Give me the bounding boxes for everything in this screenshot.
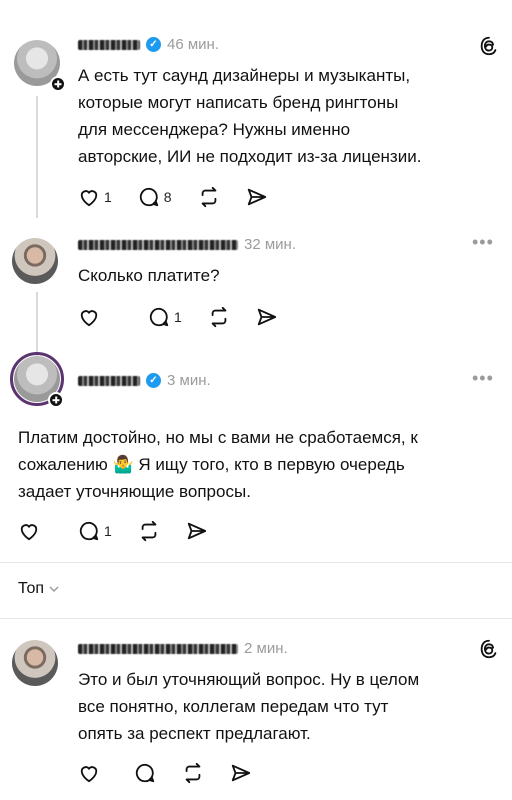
thread-line <box>36 96 38 218</box>
text-line: Платим достойно, но мы с вами не сработа… <box>18 428 418 447</box>
send-icon <box>257 308 276 326</box>
divider <box>0 618 512 619</box>
like-button[interactable] <box>78 763 100 783</box>
avatar[interactable] <box>12 640 58 686</box>
reply-count: 1 <box>174 309 182 325</box>
heart-icon <box>20 524 38 541</box>
action-bar: 1 <box>78 306 304 328</box>
verified-icon: ✓ <box>146 373 161 388</box>
more-dots-icon[interactable]: ••• <box>472 368 494 389</box>
action-bar <box>78 762 278 784</box>
send-icon <box>187 522 206 540</box>
username-blurred[interactable] <box>78 39 140 50</box>
send-icon <box>247 188 266 206</box>
repost-button[interactable] <box>208 306 230 328</box>
verified-icon: ✓ <box>146 37 161 52</box>
post-text: А есть тут саунд дизайнеры и музыканты, … <box>78 62 421 170</box>
repost-icon <box>141 520 157 542</box>
like-button[interactable] <box>18 521 44 541</box>
text-line: Сколько платите? <box>78 266 220 285</box>
reply-count: 1 <box>104 523 112 539</box>
username-blurred[interactable] <box>78 643 238 654</box>
like-count: 1 <box>104 189 112 205</box>
like-button[interactable] <box>78 307 104 327</box>
reply-count: 8 <box>163 189 172 205</box>
share-button[interactable] <box>256 306 278 328</box>
comment-icon <box>139 187 158 207</box>
post-time: 3 мин. <box>167 372 211 389</box>
text-line: Это и был уточняющий вопрос. Ну в целом <box>78 670 420 689</box>
post-meta: 32 мин. <box>78 236 296 253</box>
more-dots-icon[interactable]: ••• <box>472 232 494 253</box>
repost-icon <box>185 762 201 784</box>
like-button[interactable]: 1 <box>78 187 112 207</box>
heart-icon <box>80 766 98 783</box>
text-line: сожалению 🤷‍♂️ Я ищу того, кто в первую … <box>18 455 405 474</box>
reply-button[interactable] <box>134 762 156 784</box>
text-line: опять за респект предлагают. <box>78 724 311 743</box>
comment-icon <box>149 307 169 327</box>
threads-logo-icon[interactable] <box>478 638 500 660</box>
heart-icon <box>80 190 98 207</box>
post-meta: 2 мин. <box>78 640 288 657</box>
repost-button[interactable] <box>182 762 204 784</box>
repost-icon <box>201 186 216 208</box>
reply-button[interactable]: 1 <box>78 520 112 542</box>
follow-plus-icon[interactable] <box>48 392 64 408</box>
text-line: задает уточняющие вопросы. <box>18 482 251 501</box>
text-line: авторские, ИИ не подходит из-за лицензии… <box>78 147 422 166</box>
avatar[interactable] <box>12 238 58 284</box>
post-time: 46 мин. <box>167 36 219 53</box>
post-meta: ✓ 46 мин. <box>78 36 219 53</box>
repost-button[interactable] <box>138 520 160 542</box>
action-bar: 1 8 <box>78 186 294 208</box>
post-text: Сколько платите? <box>78 262 220 289</box>
action-bar: 1 <box>18 520 234 542</box>
text-line: для мессенджера? Нужны именно <box>78 120 351 139</box>
post-time: 2 мин. <box>244 640 288 657</box>
text-line: которые могут написать бренд рингтоны <box>78 93 399 112</box>
heart-icon <box>80 310 98 327</box>
post-meta: ✓ 3 мин. <box>78 372 211 389</box>
divider <box>0 562 512 563</box>
follow-plus-icon[interactable] <box>50 76 66 92</box>
text-line: А есть тут саунд дизайнеры и музыканты, <box>78 66 411 85</box>
reply-button[interactable]: 1 <box>148 306 182 328</box>
share-button[interactable] <box>230 762 252 784</box>
repost-icon <box>211 306 227 328</box>
sort-label: Топ <box>18 580 45 597</box>
reply-button[interactable]: 8 <box>138 186 172 208</box>
username-blurred[interactable] <box>78 375 140 386</box>
chevron-down-icon <box>49 586 59 593</box>
comment-icon <box>135 763 155 783</box>
post-text: Это и был уточняющий вопрос. Ну в целом … <box>78 666 419 747</box>
post-time: 32 мин. <box>244 236 296 253</box>
threads-logo-icon[interactable] <box>478 35 500 57</box>
repost-button[interactable] <box>198 186 220 208</box>
thread-line <box>36 292 38 358</box>
post-text: Платим достойно, но мы с вами не сработа… <box>18 424 418 505</box>
share-button[interactable] <box>246 186 268 208</box>
share-button[interactable] <box>186 520 208 542</box>
sort-dropdown[interactable]: Топ <box>18 580 60 598</box>
username-blurred[interactable] <box>78 239 238 250</box>
text-line: все понятно, коллегам передам что тут <box>78 697 389 716</box>
comment-icon <box>79 521 99 541</box>
send-icon <box>231 764 251 782</box>
